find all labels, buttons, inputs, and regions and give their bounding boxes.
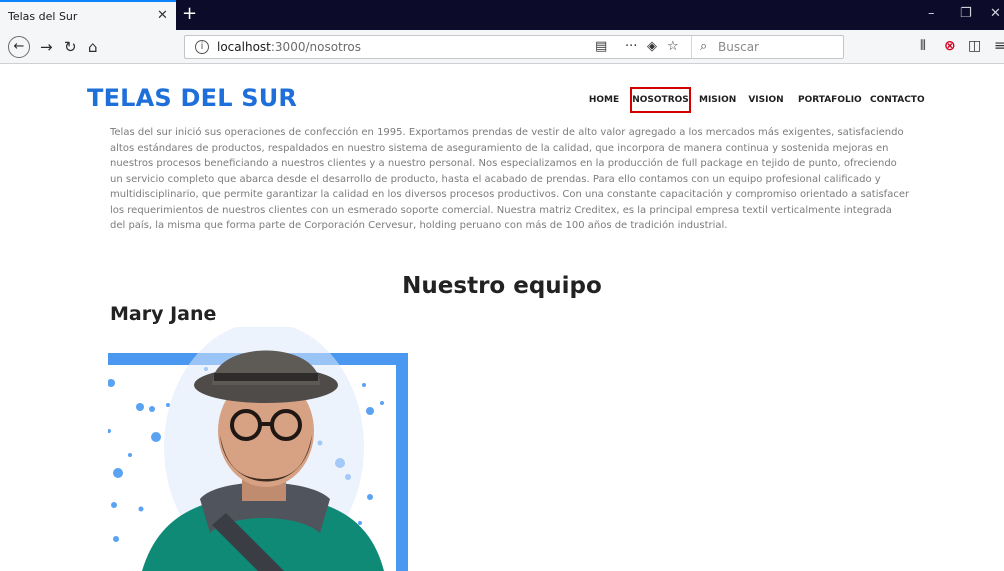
member-photo	[108, 327, 408, 571]
site-menu: HOME NOSOTROS MISION VISION PORTAFOLIO C…	[0, 87, 1004, 113]
menu-icon[interactable]: ≡	[994, 38, 1004, 54]
team-heading: Nuestro equipo	[402, 273, 602, 299]
sidebar-icon[interactable]: ◫	[968, 38, 981, 54]
new-tab-button[interactable]: +	[182, 3, 197, 24]
tab-close-icon[interactable]: ✕	[157, 8, 168, 23]
web-page: TELAS DEL SUR HOME NOSOTROS MISION VISIO…	[0, 65, 1004, 571]
back-icon[interactable]: ←	[8, 36, 30, 58]
library-icon[interactable]: ⫴	[920, 38, 926, 54]
reload-icon[interactable]: ↻	[64, 36, 77, 58]
search-icon: ⌕	[700, 39, 708, 54]
about-paragraph: Telas del sur inició sus operaciones de …	[110, 127, 910, 231]
home-icon[interactable]: ⌂	[88, 36, 98, 58]
browser-toolbar: ← → ↻ ⌂ i localhost:3000/nosotros ▤ ··· …	[0, 30, 1004, 64]
search-input[interactable]: ⌕ Buscar	[691, 36, 841, 58]
blocked-content-icon[interactable]: ⊗	[944, 38, 956, 54]
pocket-icon[interactable]: ◈	[647, 39, 657, 54]
menu-home[interactable]: HOME	[587, 87, 621, 113]
reader-view-icon[interactable]: ▤	[595, 39, 607, 54]
restore-icon[interactable]: ❐	[960, 6, 972, 21]
member-name: Mary Jane	[110, 303, 217, 325]
address-bar[interactable]: i localhost:3000/nosotros ▤ ··· ◈ ☆ ⌕ Bu…	[184, 35, 844, 59]
bookmark-star-icon[interactable]: ☆	[667, 39, 679, 54]
menu-contacto[interactable]: CONTACTO	[870, 87, 925, 113]
menu-mision[interactable]: MISION	[699, 87, 736, 113]
minimize-icon[interactable]: –	[928, 6, 935, 21]
forward-icon[interactable]: →	[40, 36, 53, 58]
search-placeholder: Buscar	[718, 40, 759, 54]
browser-tab-active[interactable]: Telas del Sur ✕	[0, 0, 176, 30]
browser-tab-strip: Telas del Sur ✕ + – ❐ ✕	[0, 0, 1004, 30]
tab-title: Telas del Sur	[8, 10, 78, 23]
menu-portafolio[interactable]: PORTAFOLIO	[798, 87, 862, 113]
menu-vision[interactable]: VISION	[748, 87, 784, 113]
menu-nosotros[interactable]: NOSOTROS	[630, 87, 691, 113]
close-window-icon[interactable]: ✕	[990, 6, 1001, 21]
site-info-icon[interactable]: i	[195, 40, 209, 54]
page-actions-icon[interactable]: ···	[625, 39, 637, 54]
url-text[interactable]: localhost:3000/nosotros	[217, 40, 361, 54]
